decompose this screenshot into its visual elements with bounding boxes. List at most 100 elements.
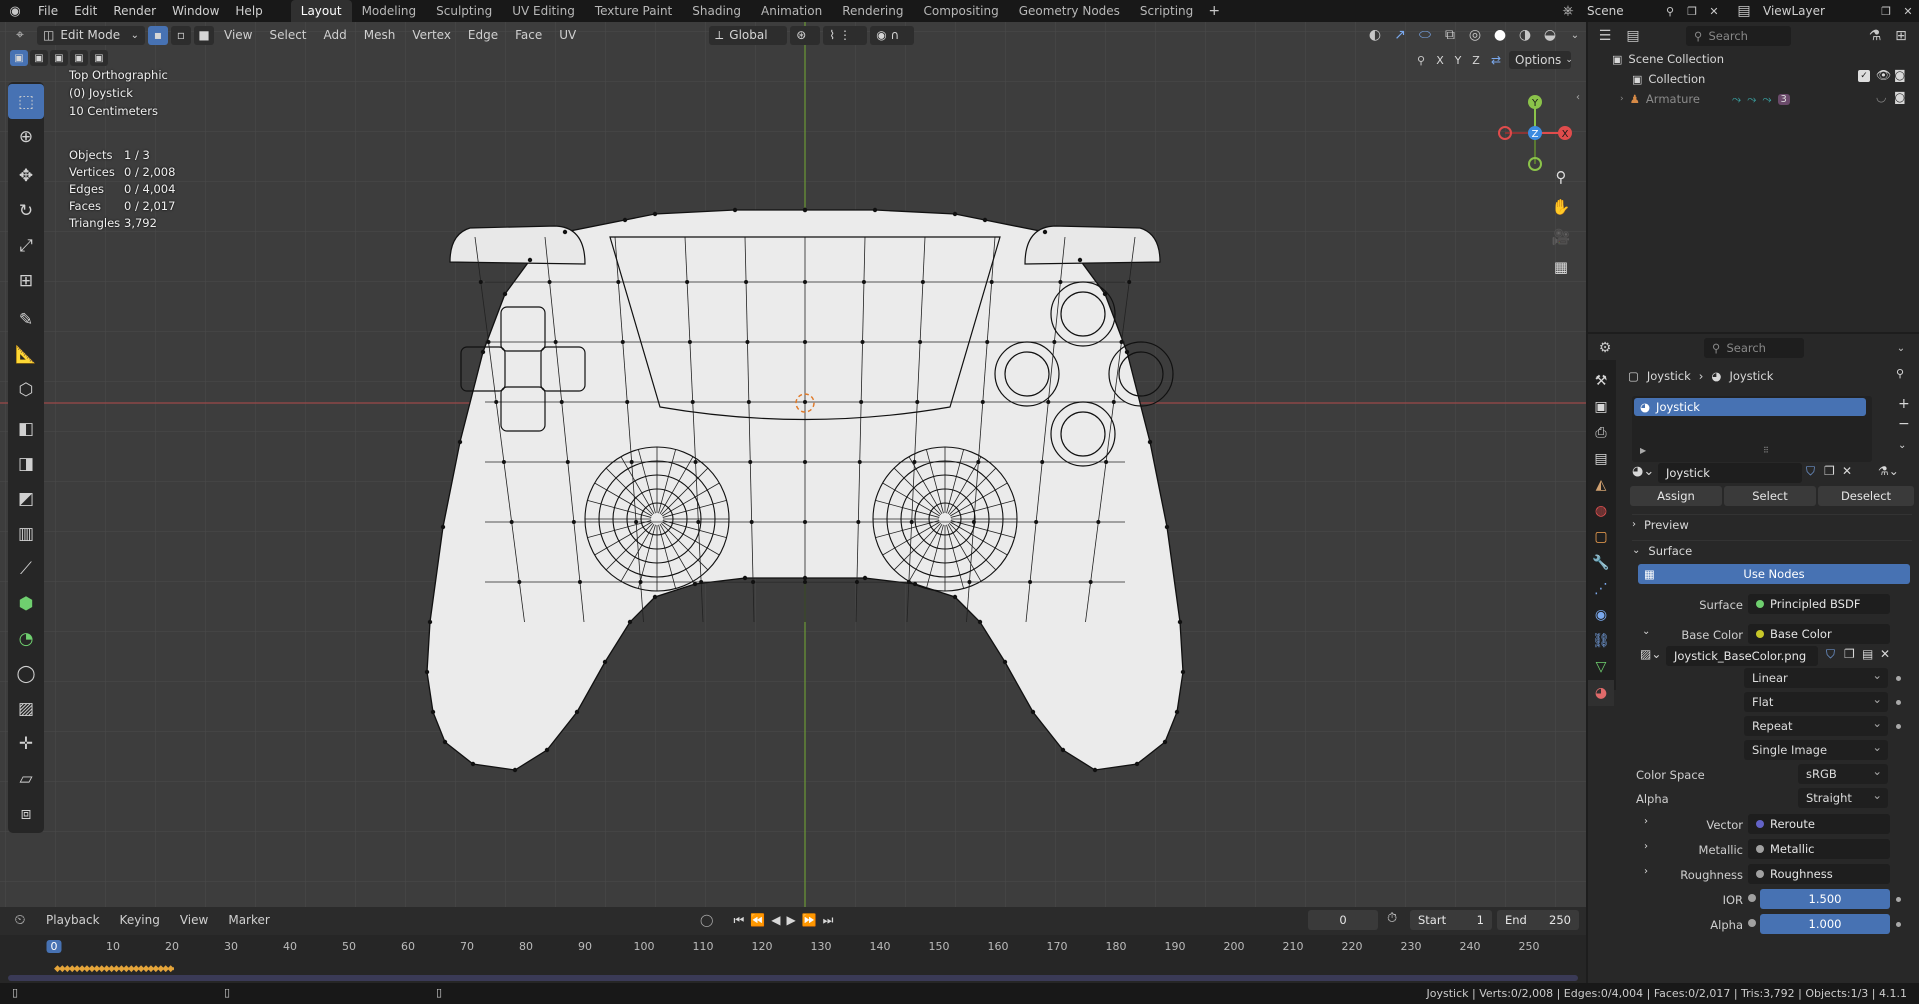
material-name-field[interactable]: Joystick: [1658, 463, 1802, 483]
menu-edge[interactable]: Edge: [461, 24, 505, 46]
new-scene-icon[interactable]: ❐: [1681, 0, 1703, 22]
pivot-point-button[interactable]: ⊛: [790, 25, 821, 45]
workspace-tab-sculpting[interactable]: Sculpting: [426, 0, 502, 22]
view-layer-tab-icon[interactable]: ▤: [1588, 446, 1614, 472]
menu-edit[interactable]: Edit: [66, 0, 105, 22]
cursor-tool[interactable]: ⊕: [8, 119, 44, 154]
material-shading-icon[interactable]: ◑: [1514, 24, 1536, 46]
timeline-scrollbar[interactable]: [8, 975, 1578, 981]
menu-mesh[interactable]: Mesh: [357, 24, 403, 46]
vector-link-field[interactable]: Reroute: [1748, 814, 1890, 834]
menu-face[interactable]: Face: [508, 24, 549, 46]
menu-window[interactable]: Window: [164, 0, 227, 22]
interpolation-select[interactable]: Linear: [1744, 665, 1888, 688]
viewlayer-selector[interactable]: ViewLayer: [1755, 0, 1875, 22]
3d-viewport[interactable]: ⌖ ◫ Edit Mode ⌄ ▪ ▫ ■ View Select Add Mesh…: [0, 22, 1586, 907]
select-box-tool[interactable]: ⬚: [8, 84, 44, 119]
viewport-canvas[interactable]: [0, 22, 1586, 907]
menu-keying[interactable]: Keying: [112, 909, 168, 931]
constraints-tab-icon[interactable]: ⛓: [1588, 628, 1614, 654]
editor-type-icon[interactable]: ⌖: [6, 24, 34, 46]
outliner-row-collection[interactable]: ▣ Collection: [1632, 70, 1705, 88]
image-new-icon[interactable]: ❐: [1844, 647, 1855, 661]
new-viewlayer-icon[interactable]: ❐: [1875, 0, 1897, 22]
base-color-link-field[interactable]: Base Color: [1748, 624, 1890, 644]
world-tab-icon[interactable]: ◍: [1588, 498, 1614, 524]
properties-options-icon[interactable]: ⌄: [1890, 337, 1912, 359]
mirror-x-toggle[interactable]: X: [1433, 54, 1447, 67]
smooth-tool[interactable]: ◯: [8, 656, 44, 691]
workspace-tab-layout[interactable]: Layout: [290, 0, 352, 22]
gizmo-toggle-icon[interactable]: ↗: [1389, 24, 1411, 46]
workspace-tab-rendering[interactable]: Rendering: [832, 0, 913, 22]
surface-panel-header[interactable]: ⌄ Surface: [1632, 540, 1912, 560]
image-unlink-icon[interactable]: ✕: [1880, 647, 1890, 661]
edge-select-button[interactable]: ▫: [171, 25, 191, 45]
timeline-editor-icon[interactable]: ⏲: [6, 909, 34, 931]
pin-icon[interactable]: ⚲: [1659, 0, 1681, 22]
poly-build-tool[interactable]: ⬢: [8, 586, 44, 621]
menu-help[interactable]: Help: [227, 0, 270, 22]
measure-tool[interactable]: 📐: [8, 337, 44, 372]
keyframe-dot[interactable]: [1896, 700, 1901, 705]
scale-tool[interactable]: ⤢: [8, 228, 44, 263]
unlink-material-icon[interactable]: ✕: [1842, 464, 1852, 478]
eye-icon[interactable]: 👁: [1876, 68, 1891, 82]
extrude-tool[interactable]: ◧: [8, 411, 44, 446]
particles-tab-icon[interactable]: ⋰: [1588, 576, 1614, 602]
new-collection-icon[interactable]: ⊞: [1890, 25, 1912, 47]
vector-expand-icon[interactable]: ›: [1644, 816, 1648, 827]
menu-add[interactable]: Add: [317, 24, 354, 46]
object-tab-icon[interactable]: ▢: [1588, 524, 1614, 550]
overlays-icon[interactable]: ⬭: [1414, 24, 1436, 46]
data-tab-icon[interactable]: ▽: [1588, 654, 1614, 680]
clock-icon[interactable]: ⏱: [1387, 911, 1397, 926]
shading-options-icon[interactable]: ⌄: [1564, 24, 1586, 46]
modifier-tab-icon[interactable]: 🔧: [1588, 550, 1614, 576]
expand-list-icon[interactable]: ▶: [1640, 446, 1646, 455]
grid-toggle-icon[interactable]: ▦: [1548, 254, 1574, 280]
edge-slide-tool[interactable]: ▨: [8, 691, 44, 726]
jump-keyframe-back-icon[interactable]: ⏪: [750, 913, 765, 927]
properties-search-input[interactable]: ⚲ Search: [1704, 338, 1804, 358]
spin-tool[interactable]: ◔: [8, 621, 44, 656]
transform-tool[interactable]: ⊞: [8, 263, 44, 298]
snap-button[interactable]: ⌇ ⋮: [823, 25, 868, 45]
jump-end-icon[interactable]: ⏭: [823, 913, 834, 928]
select-extend-button[interactable]: ▣: [30, 50, 48, 66]
delete-scene-icon[interactable]: ✕: [1703, 0, 1725, 22]
image-fake-user-icon[interactable]: ⛉: [1826, 647, 1835, 662]
mirror-y-toggle[interactable]: Y: [1451, 54, 1465, 67]
vertex-select-button[interactable]: ▪: [148, 25, 168, 45]
roughness-link-field[interactable]: Roughness: [1748, 864, 1890, 884]
alpha-field[interactable]: 1.000: [1760, 914, 1890, 934]
inset-tool[interactable]: ◨: [8, 446, 44, 481]
select-button[interactable]: Select: [1724, 486, 1816, 506]
properties-editor-icon[interactable]: ⚙: [1594, 337, 1616, 359]
visibility-icon[interactable]: ◐: [1364, 24, 1386, 46]
surface-shader-field[interactable]: Principled BSDF: [1748, 594, 1890, 614]
workspace-tab-scripting[interactable]: Scripting: [1130, 0, 1203, 22]
auto-merge-icon[interactable]: ⇄: [1487, 49, 1505, 71]
workspace-tab-modeling[interactable]: Modeling: [352, 0, 427, 22]
xray-icon[interactable]: ⧉: [1439, 24, 1461, 46]
filter-icon[interactable]: ⚗: [1864, 25, 1886, 47]
select-invert-button[interactable]: ▣: [70, 50, 88, 66]
face-select-button[interactable]: ■: [194, 25, 214, 45]
proportional-edit-button[interactable]: ◉ ∩: [870, 25, 915, 45]
workspace-tab-texture-paint[interactable]: Texture Paint: [585, 0, 682, 22]
scene-icon[interactable]: ⎈: [1557, 0, 1579, 22]
loop-cut-tool[interactable]: ▥: [8, 516, 44, 551]
color-space-select[interactable]: sRGB: [1798, 761, 1888, 784]
scene-selector[interactable]: Scene: [1579, 0, 1659, 22]
outliner-editor[interactable]: ☰ ▤ ⚲ Search ⚗ ⊞ ▣ Scene Collection ▣ Co…: [1588, 22, 1919, 332]
transform-orientation-selector[interactable]: ⟂ Global: [709, 25, 788, 45]
rotate-tool[interactable]: ↻: [8, 193, 44, 228]
outliner-editor-icon[interactable]: ☰: [1594, 25, 1616, 47]
add-cube-tool[interactable]: ⬡: [8, 372, 44, 407]
menu-timeline-view[interactable]: View: [172, 909, 216, 931]
playhead[interactable]: 0: [46, 940, 62, 953]
start-frame-field[interactable]: Start 1: [1410, 910, 1492, 930]
source-select[interactable]: Single Image: [1744, 737, 1888, 760]
options-button[interactable]: Options ⌄: [1509, 51, 1573, 69]
